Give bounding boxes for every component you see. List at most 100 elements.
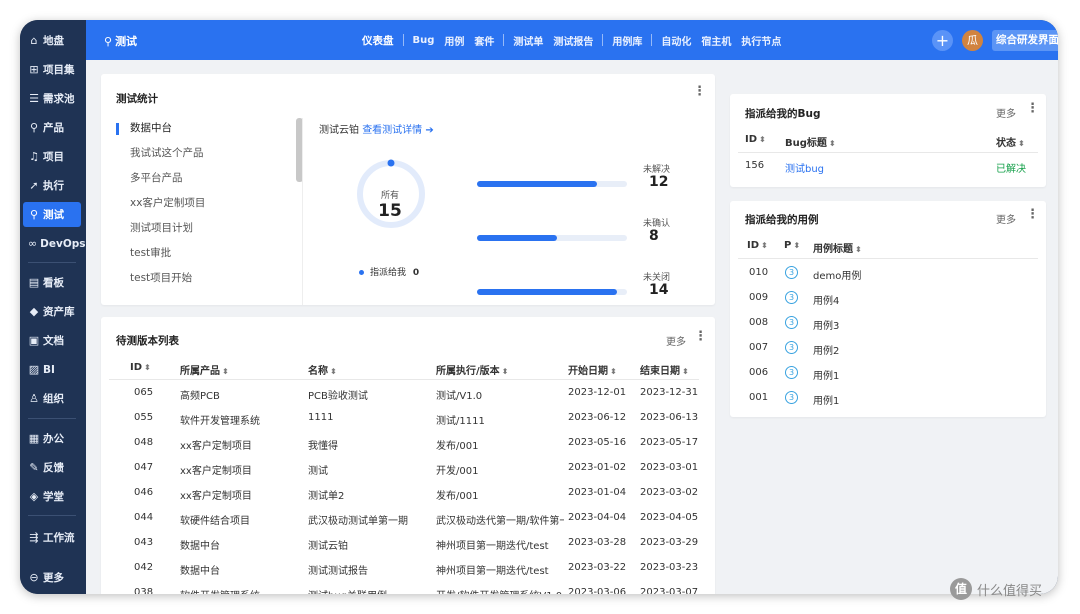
sidebar-item-doc[interactable]: ▣ 文档 (23, 328, 81, 353)
header-divider (738, 258, 1038, 259)
more-link[interactable]: 更多 (996, 211, 1016, 226)
column-header-name[interactable]: 名称 ⬍ (308, 362, 337, 377)
column-header-product[interactable]: 所属产品 ⬍ (180, 362, 229, 377)
tab-case[interactable]: 用例 (439, 33, 469, 48)
build-name[interactable]: PCB验收测试 (308, 387, 430, 402)
case-title[interactable]: 用例3 (813, 317, 839, 332)
build-name[interactable]: 测试bug关联用例 (308, 587, 430, 594)
build-end: 2023-12-31 (640, 387, 699, 398)
column-header-id[interactable]: ID ⬍ (130, 362, 151, 373)
column-header-id[interactable]: ID ⬍ (747, 240, 768, 251)
tab-testreport[interactable]: 测试报告 (548, 33, 598, 48)
sidebar: ⌂ 地盘 ⊞ 项目集 ☰ 需求池 ⚲ 产品 ♫ 项目 ➚ 执行 ⚲ 测试 ∞ DevOps ▤ 看… (20, 20, 86, 594)
tab-automation[interactable]: 自动化 (656, 33, 696, 48)
sidebar-item-label: 项目 (43, 151, 64, 163)
test-detail-link[interactable]: 查看测试详情 ➔ (362, 125, 434, 136)
more-link[interactable]: 更多 (666, 333, 686, 348)
list-item[interactable]: 我试试这个产品 (130, 145, 204, 160)
tab-caselib[interactable]: 用例库 (607, 33, 647, 48)
case-title[interactable]: 用例1 (813, 392, 839, 407)
sidebar-item-bi[interactable]: ▨ BI (23, 357, 81, 382)
case-title[interactable]: demo用例 (813, 267, 861, 282)
sidebar-item-office[interactable]: ▦ 办公 (23, 426, 81, 451)
sidebar-item-label: 测试 (43, 209, 64, 221)
sidebar-item-devops[interactable]: ∞ DevOps (23, 231, 86, 256)
unconfirmed-bar-fill (477, 235, 557, 241)
priority-badge: 3 (785, 316, 798, 329)
case-title[interactable]: 用例2 (813, 342, 839, 357)
create-plus-button[interactable]: + (932, 30, 953, 51)
more-link[interactable]: 更多 (996, 105, 1016, 120)
assigned-count: 0 (412, 268, 420, 278)
tab-testtask[interactable]: 测试单 (508, 33, 548, 48)
header-label: ID (745, 134, 758, 145)
column-header-execution[interactable]: 所属执行/版本 ⬍ (436, 362, 508, 377)
case-title[interactable]: 用例1 (813, 367, 839, 382)
header-label: 状态 (996, 138, 1016, 149)
divider (302, 118, 303, 305)
build-name[interactable]: 测试测试报告 (308, 562, 430, 577)
list-item[interactable]: 测试项目计划 (130, 220, 193, 235)
switch-interface-button[interactable]: 综合研发界面 (992, 30, 1058, 51)
sidebar-item-dashboard[interactable]: ⌂ 地盘 (23, 28, 81, 53)
build-name[interactable]: 测试 (308, 462, 430, 477)
sidebar-item-test[interactable]: ⚲ 测试 (23, 202, 81, 227)
tab-bug[interactable]: Bug (408, 35, 440, 46)
build-name[interactable]: 测试单2 (308, 487, 430, 502)
status-badge: 已解决 (996, 164, 1026, 175)
sidebar-item-product[interactable]: ⚲ 产品 (23, 115, 81, 140)
list-item[interactable]: 数据中台 (130, 120, 172, 135)
home-icon: ⌂ (30, 34, 38, 47)
board-icon: ▤ (28, 276, 40, 289)
build-name[interactable]: 1111 (308, 412, 430, 423)
sidebar-item-project[interactable]: ♫ 项目 (23, 144, 81, 169)
column-header-title[interactable]: 用例标题 ⬍ (813, 240, 862, 255)
sidebar-item-assetlib[interactable]: ◆ 资产库 (23, 299, 81, 324)
sidebar-item-org[interactable]: ♙ 组织 (23, 386, 81, 411)
more-vertical-icon[interactable]: ⋮ (693, 84, 706, 99)
sidebar-item-feedback[interactable]: ✎ 反馈 (23, 455, 81, 480)
tab-suite[interactable]: 套件 (469, 33, 499, 48)
bug-title-link[interactable]: 测试bug (785, 160, 824, 175)
avatar[interactable]: 瓜 (962, 30, 983, 51)
column-header-priority[interactable]: P ⬍ (784, 240, 800, 251)
case-id: 006 (749, 367, 769, 378)
tab-exec-node[interactable]: 执行节点 (736, 33, 786, 48)
sidebar-item-label: BI (43, 363, 55, 376)
column-header-id[interactable]: ID ⬍ (745, 134, 766, 145)
sidebar-item-program[interactable]: ⊞ 项目集 (23, 57, 81, 82)
build-id: 046 (134, 487, 154, 498)
list-icon: ☰ (29, 92, 39, 105)
build-end: 2023-03-01 (640, 462, 699, 473)
column-header-begin[interactable]: 开始日期 ⬍ (568, 362, 617, 377)
sort-icon: ⬍ (793, 241, 801, 250)
bug-id: 156 (745, 160, 765, 171)
more-vertical-icon[interactable]: ⋮ (1026, 101, 1039, 116)
build-name[interactable]: 我懂得 (308, 437, 430, 452)
build-name[interactable]: 武汉极动测试单第一期 (308, 512, 430, 527)
list-item[interactable]: test项目开始 (130, 270, 192, 285)
column-header-status[interactable]: 状态 ⬍ (996, 134, 1025, 149)
sidebar-item-more[interactable]: ⊖ 更多 (23, 565, 81, 590)
column-header-end[interactable]: 结束日期 ⬍ (640, 362, 689, 377)
sidebar-item-kanban[interactable]: ▤ 看板 (23, 270, 81, 295)
tab-dashboard[interactable]: 仪表盘 (357, 33, 399, 48)
sidebar-item-execution[interactable]: ➚ 执行 (23, 173, 81, 198)
header-label: 开始日期 (568, 366, 608, 377)
tab-host[interactable]: 宿主机 (696, 33, 736, 48)
more-vertical-icon[interactable]: ⋮ (694, 329, 707, 344)
case-title[interactable]: 用例4 (813, 292, 839, 307)
sidebar-item-academy[interactable]: ◈ 学堂 (23, 484, 81, 509)
sidebar-item-demandpool[interactable]: ☰ 需求池 (23, 86, 81, 111)
sidebar-item-workflow[interactable]: ⇶ 工作流 (23, 525, 81, 550)
bi-icon: ▨ (28, 363, 40, 376)
sidebar-item-label: 需求池 (43, 93, 75, 105)
build-product: 数据中台 (180, 566, 220, 577)
more-vertical-icon[interactable]: ⋮ (1026, 207, 1039, 222)
build-begin: 2023-01-04 (568, 487, 627, 498)
build-name[interactable]: 测试云铂 (308, 537, 430, 552)
list-item[interactable]: xx客户定制项目 (130, 195, 205, 210)
list-item[interactable]: 多平台产品 (130, 170, 183, 185)
list-item[interactable]: test审批 (130, 245, 171, 260)
column-header-title[interactable]: Bug标题 ⬍ (785, 134, 836, 149)
